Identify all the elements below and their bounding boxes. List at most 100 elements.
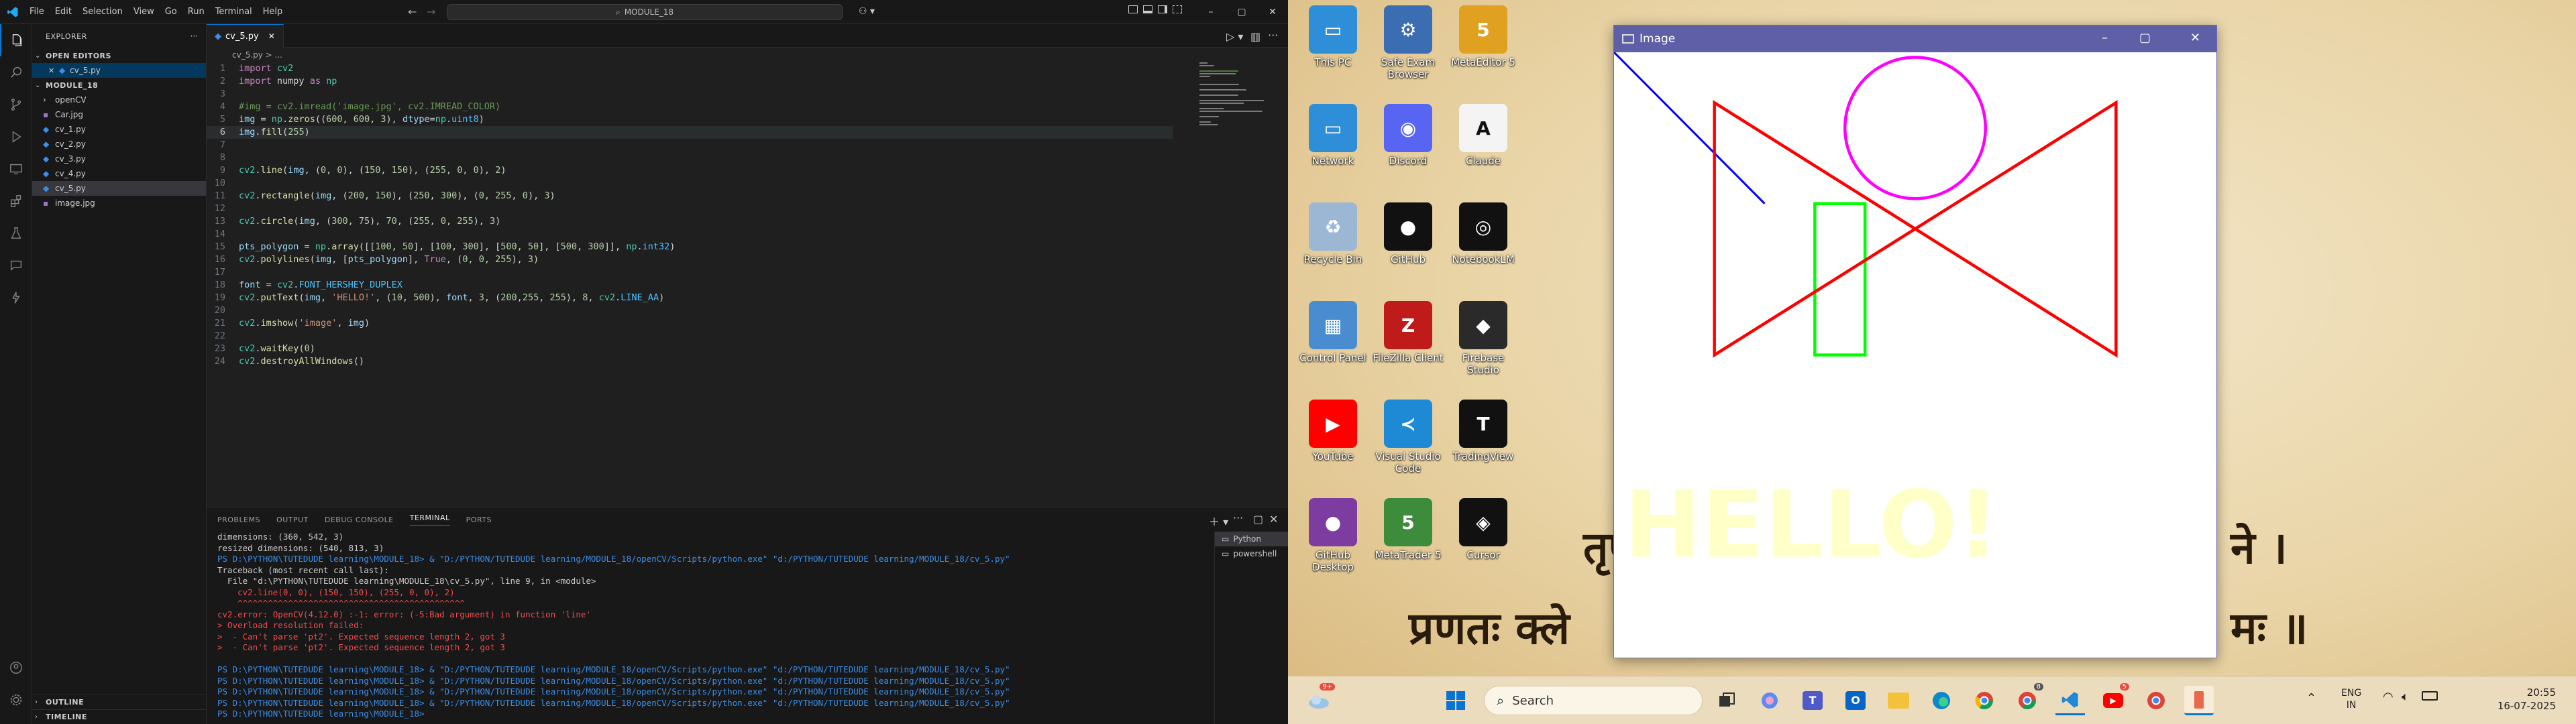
breadcrumb[interactable]: cv_5.py > ... [207,48,1288,62]
file-tree-item[interactable]: ▪ image.jpg [32,196,206,210]
menu-item[interactable]: Help [258,7,288,17]
toggle-secondary-icon[interactable] [1158,5,1167,13]
more-actions-icon[interactable]: ··· [1233,511,1243,524]
timeline-header[interactable]: › TIMELINE [32,709,207,724]
menu-item[interactable]: Run [182,7,210,17]
file-tree-item[interactable]: ◆ cv_1.py [32,122,206,137]
panel-tab[interactable]: PORTS [466,516,492,524]
desktop-icon[interactable]: ◎ NotebookLM [1446,202,1520,265]
code-editor[interactable]: 1 import cv2 2 import numpy as np 3 4 #img = c… [207,62,1173,368]
desktop-icon[interactable]: T TradingView [1446,400,1520,463]
close-icon[interactable]: ✕ [268,32,275,41]
menu-item[interactable]: Edit [50,7,77,17]
outline-header[interactable]: › OUTLINE [32,695,207,709]
weather-icon[interactable]: 9+ [1304,683,1335,715]
panel-tab[interactable]: OUTPUT [276,516,309,524]
chrome-profile-icon[interactable]: 8 [2012,683,2043,715]
tab-cv5[interactable]: ◆ cv_5.py ✕ [207,24,284,48]
youtube-taskbar-icon[interactable]: ▶ 5 [2098,683,2129,715]
customize-layout-icon[interactable] [1173,5,1182,13]
desktop-icon[interactable]: ▦ Control Panel [1296,301,1370,364]
desktop-icon[interactable]: ● GitHub [1371,202,1445,265]
file-tree-item[interactable]: › openCV [32,93,206,107]
image-title-bar[interactable]: Image – ▢ ✕ [1614,25,2216,52]
menu-item[interactable]: Go [160,7,182,17]
edge-icon[interactable] [1927,686,1956,715]
chrome-alt-icon[interactable] [2141,686,2171,715]
close-button[interactable]: ✕ [2190,31,2200,45]
more-actions-icon[interactable]: ··· [191,32,198,41]
git-graph-icon[interactable] [0,282,32,314]
terminal-list-item[interactable]: ▭ Python [1215,532,1288,546]
menu-item[interactable]: Selection [77,7,128,17]
toggle-sidebar-icon[interactable] [1128,5,1138,13]
chrome-icon[interactable] [1970,686,1999,715]
split-editor-icon[interactable]: ▥ [1250,30,1260,43]
open-editor-item[interactable]: ✕ ◆ cv_5.py [32,63,206,78]
desktop-icon[interactable]: ▭ Network [1296,104,1370,167]
minimize-button[interactable]: – [2102,31,2108,45]
menu-item[interactable]: File [24,7,50,17]
nav-forward-icon[interactable]: → [427,5,435,18]
clock[interactable]: 20:55 16-07-2025 [2482,686,2556,713]
open-editors-header[interactable]: ⌄ OPEN EDITORS [32,48,206,63]
file-tree-item[interactable]: ◆ cv_3.py [32,152,206,166]
desktop-icon[interactable]: 5 MetaTrader 5 [1371,498,1445,561]
file-tree-item[interactable]: ◆ cv_2.py [32,137,206,152]
desktop-icon[interactable]: 5 MetaEditor 5 [1446,5,1520,68]
more-actions-icon[interactable]: ··· [1268,29,1278,42]
desktop-icon[interactable]: ◆ Firebase Studio [1446,301,1520,376]
battery-icon[interactable] [2422,691,2438,701]
desktop-icon[interactable]: ● GitHub Desktop [1296,498,1370,573]
outlook-icon[interactable]: O [1841,686,1870,715]
wifi-icon[interactable]: ◠ [2383,690,2394,704]
desktop-icon[interactable]: ◈ Cursor [1446,498,1520,561]
minimize-button[interactable]: – [1195,0,1226,24]
run-debug-icon[interactable] [0,121,32,153]
minimap[interactable] [1199,62,1273,143]
explorer-icon[interactable] [0,24,32,56]
terminal-output[interactable]: dimensions: (360, 542, 3) resized dimensi… [217,532,1210,724]
close-panel-icon[interactable]: ✕ [1269,513,1278,526]
copilot-icon[interactable] [1755,686,1784,715]
task-view-icon[interactable] [1712,686,1741,715]
account-icon[interactable] [0,652,32,684]
panel-tab[interactable]: DEBUG CONSOLE [325,516,394,524]
menu-item[interactable]: View [128,7,160,17]
vscode-taskbar-icon[interactable] [2055,686,2085,715]
source-control-icon[interactable] [0,88,32,121]
desktop-icon[interactable]: ◉ Discord [1371,104,1445,167]
desktop-icon[interactable]: ▶ YouTube [1296,400,1370,463]
desktop-icon[interactable]: ▭ This PC [1296,5,1370,68]
run-python-icon[interactable]: ▷ ▾ [1226,30,1243,43]
remote-explorer-icon[interactable] [0,153,32,185]
search-icon[interactable] [0,56,32,88]
testing-icon[interactable] [0,217,32,249]
file-tree-item[interactable]: ▪ Car.jpg [32,107,206,122]
taskbar-search-box[interactable]: ⌕ Search [1484,686,1703,715]
desktop-icon[interactable]: ⚙ Safe Exam Browser [1371,5,1445,80]
settings-gear-icon[interactable] [0,684,32,716]
file-tree-item[interactable]: ◆ cv_4.py [32,166,206,181]
chat-icon[interactable] [0,249,32,282]
teams-icon[interactable]: T [1798,686,1827,715]
maximize-button[interactable]: ▢ [1226,0,1257,24]
panel-tab[interactable]: PROBLEMS [217,516,260,524]
extensions-icon[interactable] [0,185,32,217]
python-window-icon[interactable] [2184,686,2214,715]
maximize-button[interactable]: ▢ [2139,31,2151,45]
volume-icon[interactable]: 🔈︎ [2402,690,2409,704]
start-button[interactable] [1441,686,1470,715]
desktop-icon[interactable]: A Claude [1446,104,1520,167]
panel-tab[interactable]: TERMINAL [409,514,450,526]
file-explorer-icon[interactable] [1884,686,1913,715]
image-canvas[interactable]: HELLO! [1614,52,2216,658]
copilot-icon[interactable]: ⚇ ▾ [859,6,875,17]
toggle-panel-icon[interactable] [1143,5,1152,13]
desktop-icon[interactable]: ≺ Visual Studio Code [1371,400,1445,475]
workspace-header[interactable]: ⌄ MODULE_18 [32,78,206,93]
show-hidden-icons[interactable]: ⌃ [2306,691,2316,705]
file-tree-item[interactable]: ◆ cv_5.py [32,181,206,196]
command-center[interactable]: ⌕ MODULE_18 [447,4,843,20]
terminal-list-item[interactable]: ▭ powershell [1215,546,1288,561]
